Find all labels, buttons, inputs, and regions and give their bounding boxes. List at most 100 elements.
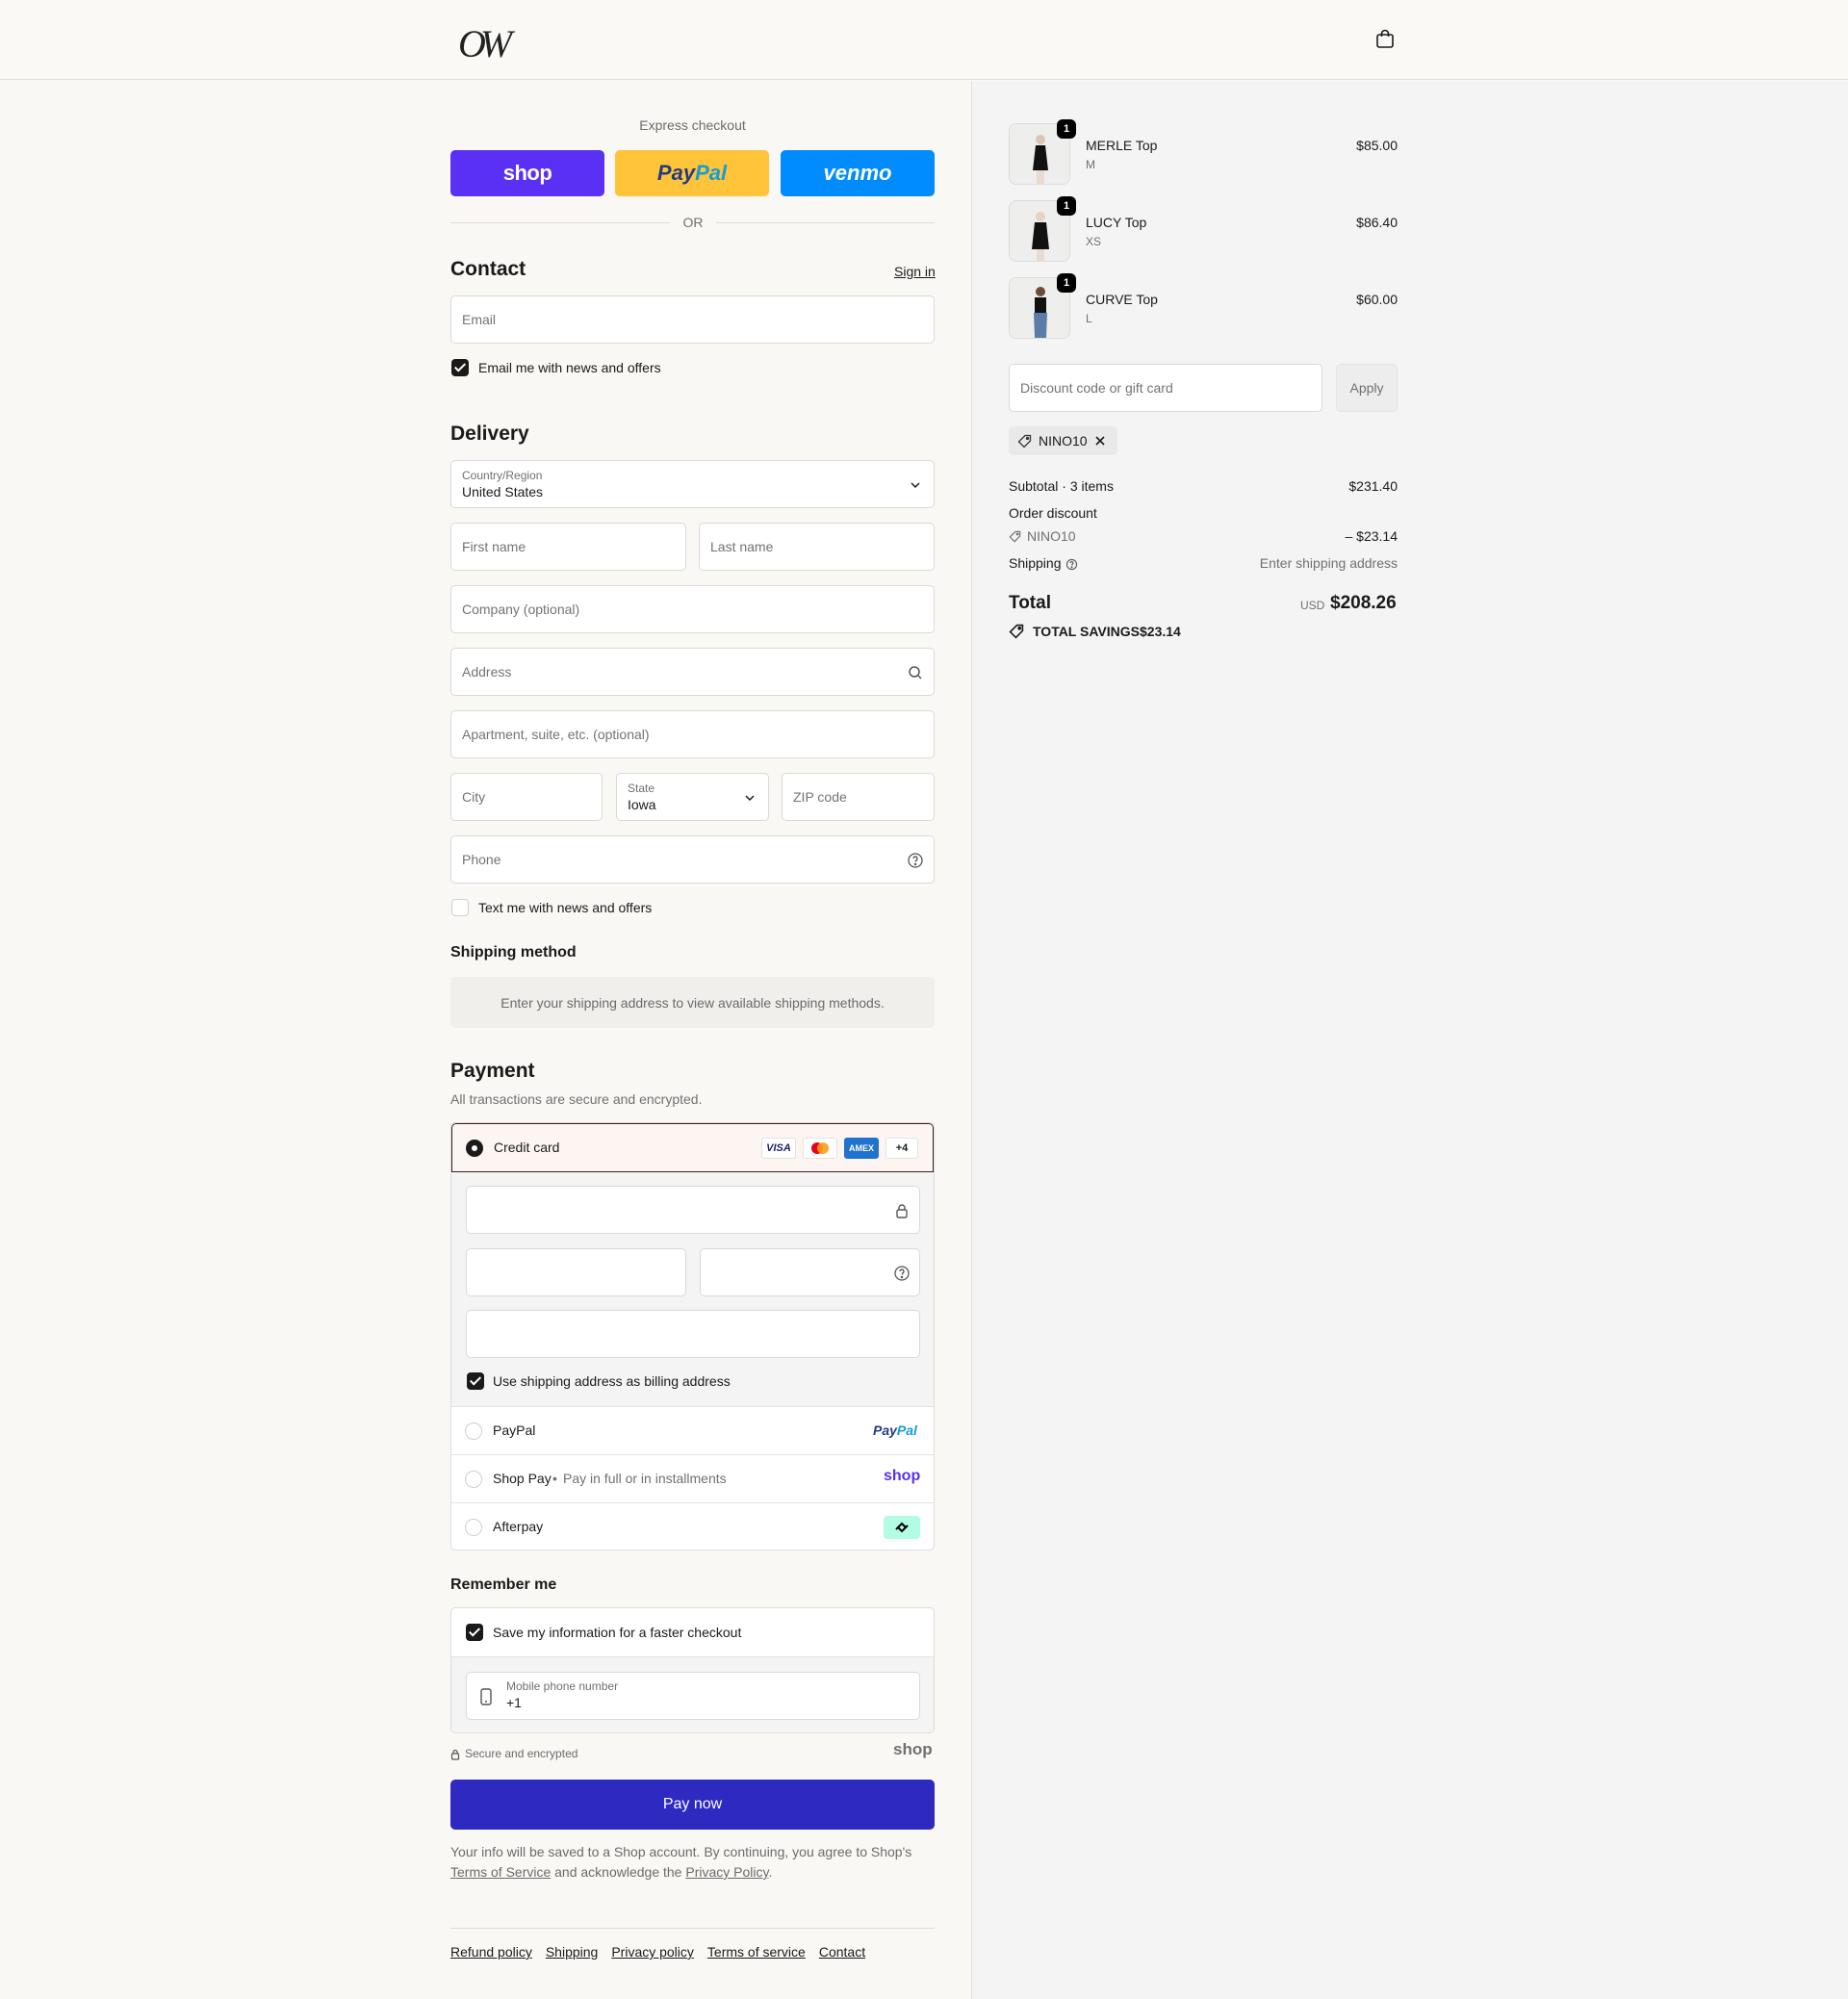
zip-field[interactable]: ZIP code <box>782 773 935 821</box>
item-name: CURVE Top <box>1086 292 1158 307</box>
lock-icon <box>450 1749 460 1760</box>
email-placeholder: Email <box>462 312 497 327</box>
apply-discount-button[interactable]: Apply <box>1336 364 1398 412</box>
shop-pay-button[interactable]: shop <box>450 150 604 196</box>
city-placeholder: City <box>462 789 486 805</box>
privacy-policy-link[interactable]: Privacy Policy <box>685 1864 768 1880</box>
company-field[interactable]: Company (optional) <box>450 585 935 633</box>
item-variant: L <box>1086 312 1092 325</box>
shipping-value: Enter shipping address <box>1259 555 1398 571</box>
save-info-checkbox[interactable] <box>466 1624 483 1641</box>
billing-address-checkbox[interactable] <box>467 1372 484 1390</box>
paypal-logo-part: Pay <box>873 1422 897 1438</box>
card-number-field[interactable] <box>466 1186 920 1234</box>
header: OW <box>0 0 1848 80</box>
subtotal-value: $231.40 <box>1348 478 1398 494</box>
close-icon[interactable] <box>1094 435 1106 447</box>
shop-pay-radio[interactable] <box>465 1471 482 1488</box>
shipping-link[interactable]: Shipping <box>546 1944 599 1960</box>
zip-placeholder: ZIP code <box>793 789 847 805</box>
shop-pay-subtitle: Pay in full or in installments <box>563 1471 727 1486</box>
terms-of-service-link[interactable]: Terms of Service <box>450 1864 551 1880</box>
state-label: State <box>628 782 655 795</box>
contact-link[interactable]: Contact <box>819 1944 865 1960</box>
privacy-policy-footer-link[interactable]: Privacy policy <box>611 1944 694 1960</box>
search-icon <box>909 666 922 679</box>
credit-card-option[interactable]: Credit card VISA AMEX +4 <box>451 1123 934 1172</box>
quantity-badge: 1 <box>1057 273 1076 293</box>
mastercard-icon <box>803 1138 837 1159</box>
item-price: $60.00 <box>1356 292 1398 307</box>
paypal-button[interactable]: Pay Pal <box>615 150 769 196</box>
shipping-method-heading: Shipping method <box>450 944 577 961</box>
divider <box>450 222 670 223</box>
venmo-button[interactable]: venmo <box>781 150 935 196</box>
tag-icon <box>1009 530 1021 543</box>
discount-code-field[interactable]: Discount code or gift card <box>1009 364 1322 412</box>
state-select[interactable]: State Iowa <box>616 773 769 821</box>
chevron-down-icon <box>911 482 920 489</box>
country-select[interactable]: Country/Region United States <box>450 460 935 508</box>
email-field[interactable]: Email <box>450 295 935 344</box>
amex-icon: AMEX <box>844 1138 879 1159</box>
afterpay-logo-icon <box>884 1516 920 1539</box>
sms-label: Text me with news and offers <box>478 900 653 915</box>
newsletter-label: Email me with news and offers <box>478 360 661 375</box>
shipping-method-notice: Enter your shipping address to view avai… <box>450 977 935 1028</box>
order-discount-label: Order discount <box>1009 505 1097 521</box>
country-value: United States <box>462 484 544 500</box>
help-circle-icon[interactable] <box>893 1265 911 1282</box>
pay-now-button[interactable]: Pay now <box>450 1780 935 1830</box>
item-price: $86.40 <box>1356 215 1398 230</box>
shipping-label: Shipping <box>1009 555 1062 571</box>
paypal-logo-part: Pay <box>656 161 696 185</box>
save-info-label: Save my information for a faster checkou… <box>493 1625 742 1640</box>
newsletter-checkbox[interactable] <box>451 359 469 376</box>
afterpay-option[interactable]: Afterpay <box>451 1502 934 1550</box>
shopping-bag-icon[interactable] <box>1374 28 1396 49</box>
payment-subtitle: All transactions are secure and encrypte… <box>450 1091 703 1107</box>
sign-in-link[interactable]: Sign in <box>894 264 936 279</box>
apartment-placeholder: Apartment, suite, etc. (optional) <box>462 727 650 742</box>
lock-icon <box>896 1204 908 1218</box>
item-variant: M <box>1086 158 1095 171</box>
store-logo[interactable]: OW <box>458 21 512 66</box>
expiration-date-field[interactable] <box>466 1248 686 1296</box>
shop-pay-option[interactable]: Shop Pay • Pay in full or in installment… <box>451 1454 934 1502</box>
shop-terms-notice: Your info will be saved to a Shop accoun… <box>450 1842 935 1883</box>
last-name-field[interactable]: Last name <box>699 523 935 571</box>
city-field[interactable]: City <box>450 773 603 821</box>
applied-discount-code: NINO10 <box>1039 433 1088 448</box>
sms-checkbox[interactable] <box>451 899 469 916</box>
applied-discount-chip: NINO10 <box>1009 426 1117 455</box>
refund-policy-link[interactable]: Refund policy <box>450 1944 532 1960</box>
delivery-heading: Delivery <box>450 423 529 445</box>
security-code-field[interactable] <box>700 1248 920 1296</box>
address-field[interactable]: Address <box>450 648 935 696</box>
express-checkout-title: Express checkout <box>639 117 746 133</box>
help-circle-icon[interactable] <box>1065 558 1078 571</box>
remember-me-details: Mobile phone number +1 <box>451 1656 934 1732</box>
name-on-card-field[interactable] <box>466 1310 920 1358</box>
phone-field[interactable]: Phone <box>450 835 935 884</box>
quantity-badge: 1 <box>1057 196 1076 216</box>
terms-text: Your info will be saved to a Shop accoun… <box>450 1844 912 1859</box>
discount-code-label: NINO10 <box>1027 528 1076 544</box>
paypal-radio[interactable] <box>465 1422 482 1440</box>
company-placeholder: Company (optional) <box>462 602 580 617</box>
first-name-field[interactable]: First name <box>450 523 686 571</box>
help-circle-icon[interactable] <box>907 852 924 869</box>
paypal-option[interactable]: PayPal PayPal <box>451 1406 934 1454</box>
phone-placeholder: Phone <box>462 852 501 867</box>
credit-card-radio[interactable] <box>466 1140 483 1157</box>
secure-label: Secure and encrypted <box>465 1747 578 1760</box>
mobile-phone-field[interactable]: Mobile phone number +1 <box>466 1672 920 1720</box>
paypal-logo-part: Pal <box>695 161 728 185</box>
afterpay-radio[interactable] <box>465 1519 482 1536</box>
credit-card-form: Use shipping address as billing address <box>451 1172 934 1406</box>
terms-of-service-footer-link[interactable]: Terms of service <box>707 1944 806 1960</box>
divider <box>716 222 935 223</box>
apartment-field[interactable]: Apartment, suite, etc. (optional) <box>450 710 935 758</box>
visa-icon: VISA <box>761 1138 796 1159</box>
afterpay-label: Afterpay <box>493 1519 544 1534</box>
